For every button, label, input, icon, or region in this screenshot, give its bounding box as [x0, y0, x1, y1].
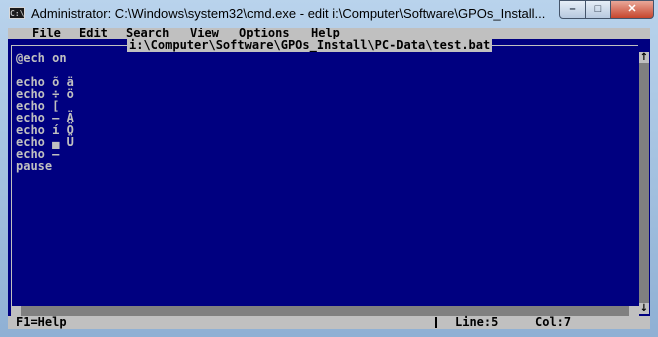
scroll-down-arrow-icon[interactable]: ↓ [639, 303, 649, 314]
cmd-icon[interactable]: C:\ [9, 7, 25, 19]
maximize-button[interactable]: □ [585, 0, 611, 19]
title-bar[interactable]: C:\ Administrator: C:\Windows\system32\c… [0, 0, 658, 27]
editor-text-area[interactable]: @ech on echo õ ä echo ÷ ö echo [ echo – … [16, 52, 74, 172]
status-bar: F1=Help Line:5 Col:7 [8, 316, 650, 329]
scroll-up-arrow-icon[interactable]: ↑ [639, 52, 649, 63]
status-help-hint: F1=Help [16, 315, 67, 329]
menu-file[interactable]: File [32, 28, 61, 40]
vertical-scrollbar[interactable]: ↑ ↓ [639, 52, 649, 314]
status-separator [435, 317, 437, 328]
file-path-title: i:\Computer\Software\GPOs_Install\PC-Dat… [127, 38, 493, 52]
scroll-right-arrow-icon[interactable] [629, 306, 639, 316]
minimize-button[interactable]: – [559, 0, 586, 19]
close-button[interactable]: ✕ [610, 0, 654, 19]
editor-line: @ech on [16, 51, 67, 65]
editor-line: pause [16, 159, 53, 173]
menu-edit[interactable]: Edit [79, 28, 108, 40]
status-line-number: Line:5 [455, 315, 499, 329]
edit-console: File Edit Search View Options Help i:\Co… [8, 28, 650, 329]
console-window: C:\ Administrator: C:\Windows\system32\c… [0, 0, 658, 337]
editor-frame-left [11, 45, 12, 311]
window-title: Administrator: C:\Windows\system32\cmd.e… [31, 6, 546, 21]
status-column-number: Col:7 [535, 315, 572, 329]
